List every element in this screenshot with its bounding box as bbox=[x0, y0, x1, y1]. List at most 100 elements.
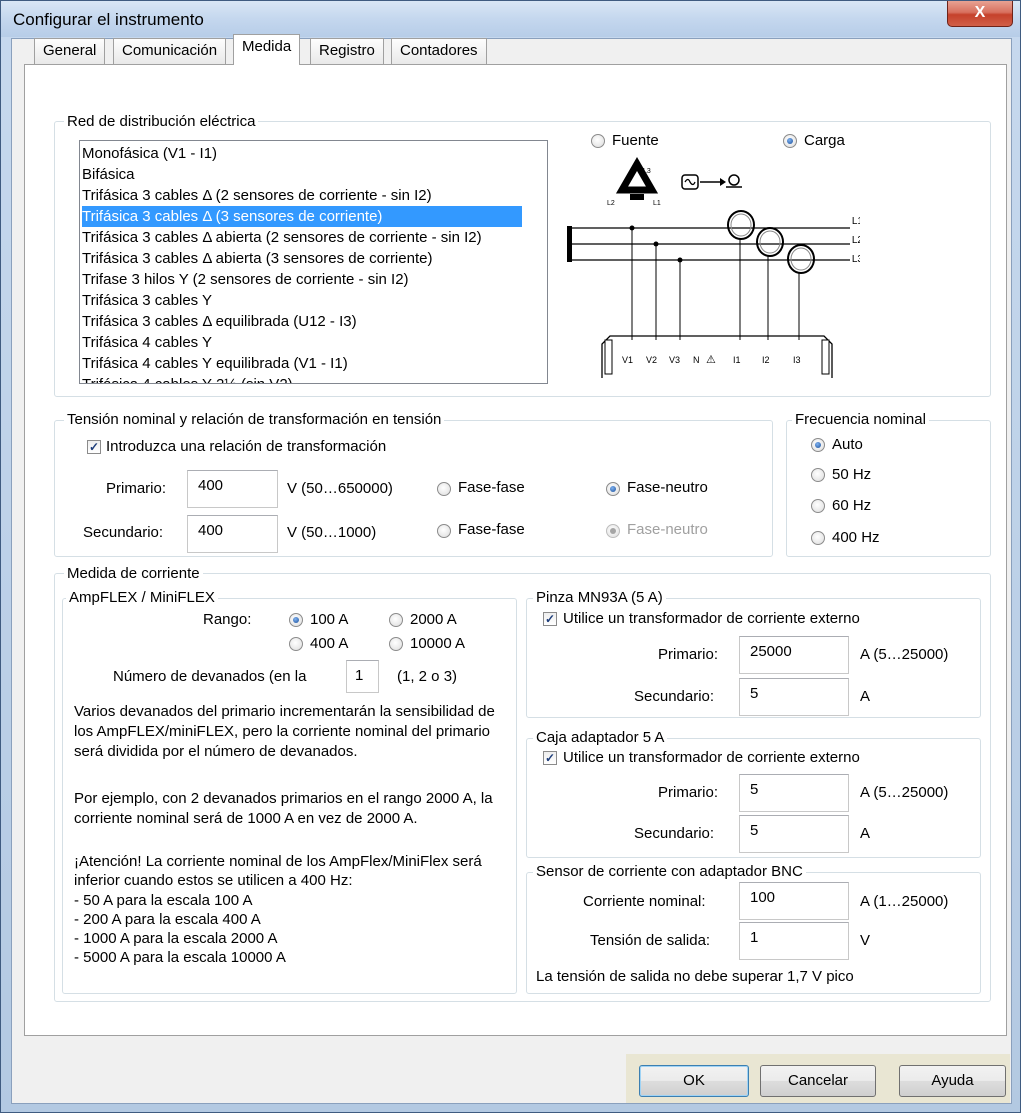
ampflex-info-2: Por ejemplo, con 2 devanados primarios e… bbox=[74, 790, 493, 827]
turns-hint: (1, 2 o 3) bbox=[397, 668, 458, 685]
radio-fuente[interactable] bbox=[591, 134, 605, 148]
ampflex-note: - 200 A para la escala 400 A bbox=[74, 911, 261, 928]
current-group-title: Medida de corriente bbox=[64, 565, 203, 583]
radio-carga[interactable] bbox=[783, 134, 797, 148]
network-type-list[interactable]: Monofásica (V1 - I1) Bifásica Trifásica … bbox=[79, 140, 548, 384]
bnc-nominal-input[interactable]: 100 bbox=[739, 882, 849, 920]
bnc-output-input[interactable]: 1 bbox=[739, 922, 849, 960]
list-item[interactable]: Trifásica 3 cables Δ abierta (3 sensores… bbox=[82, 248, 522, 269]
line-label-l3: L3 bbox=[852, 254, 860, 265]
list-item[interactable]: Bifásica bbox=[82, 164, 522, 185]
range-400a-radio[interactable] bbox=[289, 637, 303, 651]
tab-contadores[interactable]: Contadores bbox=[391, 38, 487, 64]
mn93a-primary-label: Primario: bbox=[658, 646, 719, 663]
tab-comunicacion[interactable]: Comunicación bbox=[113, 38, 227, 64]
adapter-checkbox[interactable]: ✓ bbox=[543, 751, 557, 765]
bnc-nominal-range: A (1…25000) bbox=[860, 893, 949, 910]
range-2000a-radio[interactable] bbox=[389, 613, 403, 627]
adapter-checkbox-label: Utilice un transformador de corriente ex… bbox=[563, 749, 860, 766]
secondary-voltage-label: Secundario: bbox=[83, 524, 164, 541]
primary-phase-phase-label: Fase-fase bbox=[458, 479, 525, 496]
source-load-icon bbox=[681, 174, 742, 190]
range-400a-label: 400 A bbox=[310, 635, 349, 652]
primary-voltage-label: Primario: bbox=[106, 480, 167, 497]
list-item[interactable]: Trifase 3 hilos Y (2 sensores de corrien… bbox=[82, 269, 522, 290]
bnc-output-unit: V bbox=[860, 932, 871, 949]
freq-400-radio[interactable] bbox=[811, 531, 825, 545]
range-10000a-radio[interactable] bbox=[389, 637, 403, 651]
turns-input[interactable]: 1 bbox=[346, 660, 379, 693]
terminal-i2: I2 bbox=[762, 355, 770, 365]
clamp-i3-icon bbox=[787, 244, 815, 340]
terminal-v2: V2 bbox=[646, 355, 657, 365]
list-item[interactable]: Trifásica 3 cables Δ abierta (2 sensores… bbox=[82, 227, 522, 248]
line-label-l1: L1 bbox=[852, 216, 860, 227]
frequency-group-title: Frecuencia nominal bbox=[792, 411, 929, 429]
list-item[interactable]: Trifásica 3 cables Y bbox=[82, 290, 522, 311]
clamp-i1-icon bbox=[727, 210, 755, 340]
range-label: Rango: bbox=[203, 611, 252, 628]
primary-voltage-range: V (50…650000) bbox=[287, 480, 393, 497]
mn93a-secondary-input[interactable]: 5 bbox=[739, 678, 849, 716]
triangle-label-l2: L2 bbox=[607, 200, 615, 207]
adapter-secondary-input[interactable]: 5 bbox=[739, 815, 849, 853]
freq-50-radio[interactable] bbox=[811, 468, 825, 482]
ampflex-note: - 50 A para la escala 100 A bbox=[74, 892, 253, 909]
tab-label: General bbox=[43, 42, 97, 59]
help-button[interactable]: Ayuda bbox=[899, 1065, 1006, 1097]
tab-medida[interactable]: Medida bbox=[233, 34, 301, 65]
list-item-selected[interactable]: Trifásica 3 cables Δ (3 sensores de corr… bbox=[82, 206, 522, 227]
secondary-phase-neutral-radio bbox=[606, 524, 620, 538]
mn93a-primary-range: A (5…25000) bbox=[860, 646, 949, 663]
secondary-phase-phase-radio[interactable] bbox=[437, 524, 451, 538]
list-item[interactable]: Trifásica 4 cables Y equilibrada (V1 - I… bbox=[82, 353, 522, 374]
primary-phase-neutral-radio[interactable] bbox=[606, 482, 620, 496]
mn93a-group-title: Pinza MN93A (5 A) bbox=[533, 589, 666, 607]
secondary-voltage-range: V (50…1000) bbox=[287, 524, 377, 541]
tab-label: Contadores bbox=[400, 42, 478, 59]
secondary-voltage-input[interactable]: 400 bbox=[187, 515, 278, 553]
tab-label: Registro bbox=[319, 42, 375, 59]
bnc-nominal-label: Corriente nominal: bbox=[583, 893, 706, 910]
ampflex-group-title: AmpFLEX / MiniFLEX bbox=[66, 589, 218, 607]
carga-label: Carga bbox=[804, 132, 845, 149]
cancel-button[interactable]: Cancelar bbox=[760, 1065, 876, 1097]
adapter-primary-input[interactable]: 5 bbox=[739, 774, 849, 812]
adapter-secondary-unit: A bbox=[860, 825, 871, 842]
list-item[interactable]: Trifásica 3 cables Δ (2 sensores de corr… bbox=[82, 185, 522, 206]
freq-auto-label: Auto bbox=[832, 436, 863, 453]
tab-label: Comunicación bbox=[122, 42, 218, 59]
freq-auto-radio[interactable] bbox=[811, 438, 825, 452]
mn93a-secondary-label: Secundario: bbox=[634, 688, 715, 705]
list-item[interactable]: Trifásica 4 cables Y 2½ (sin V2) bbox=[82, 374, 522, 383]
ratio-checkbox-label: Introduzca una relación de transformació… bbox=[106, 438, 387, 455]
mn93a-checkbox[interactable]: ✓ bbox=[543, 612, 557, 626]
secondary-phase-phase-label: Fase-fase bbox=[458, 521, 525, 538]
list-item[interactable]: Monofásica (V1 - I1) bbox=[82, 143, 522, 164]
adapter-group-title: Caja adaptador 5 A bbox=[533, 729, 668, 747]
ok-button[interactable]: OK bbox=[639, 1065, 749, 1097]
bnc-note: La tensión de salida no debe superar 1,7… bbox=[536, 968, 854, 985]
tab-general[interactable]: General bbox=[34, 38, 106, 64]
ampflex-note: - 5000 A para la escala 10000 A bbox=[74, 949, 286, 966]
title-bar[interactable]: Configurar el instrumento X bbox=[1, 1, 1020, 37]
adapter-secondary-label: Secundario: bbox=[634, 825, 715, 842]
tab-registro[interactable]: Registro bbox=[310, 38, 384, 64]
bnc-output-label: Tensión de salida: bbox=[590, 932, 711, 949]
ratio-checkbox[interactable]: ✓ bbox=[87, 440, 101, 454]
primary-phase-phase-radio[interactable] bbox=[437, 482, 451, 496]
close-button[interactable]: X bbox=[947, 1, 1013, 27]
list-item[interactable]: Trifásica 3 cables Δ equilibrada (U12 - … bbox=[82, 311, 522, 332]
primary-voltage-input[interactable]: 400 bbox=[187, 470, 278, 508]
freq-60-radio[interactable] bbox=[811, 499, 825, 513]
primary-phase-neutral-label: Fase-neutro bbox=[627, 479, 708, 496]
range-100a-radio[interactable] bbox=[289, 613, 303, 627]
network-group-title: Red de distribución eléctrica bbox=[64, 113, 259, 131]
mn93a-primary-input[interactable]: 25000 bbox=[739, 636, 849, 674]
terminal-v1: V1 bbox=[622, 355, 633, 365]
freq-50-label: 50 Hz bbox=[832, 466, 872, 483]
adapter-primary-range: A (5…25000) bbox=[860, 784, 949, 801]
terminal-n: N bbox=[693, 355, 700, 365]
line-label-l2: L2 bbox=[852, 235, 860, 246]
list-item[interactable]: Trifásica 4 cables Y bbox=[82, 332, 522, 353]
